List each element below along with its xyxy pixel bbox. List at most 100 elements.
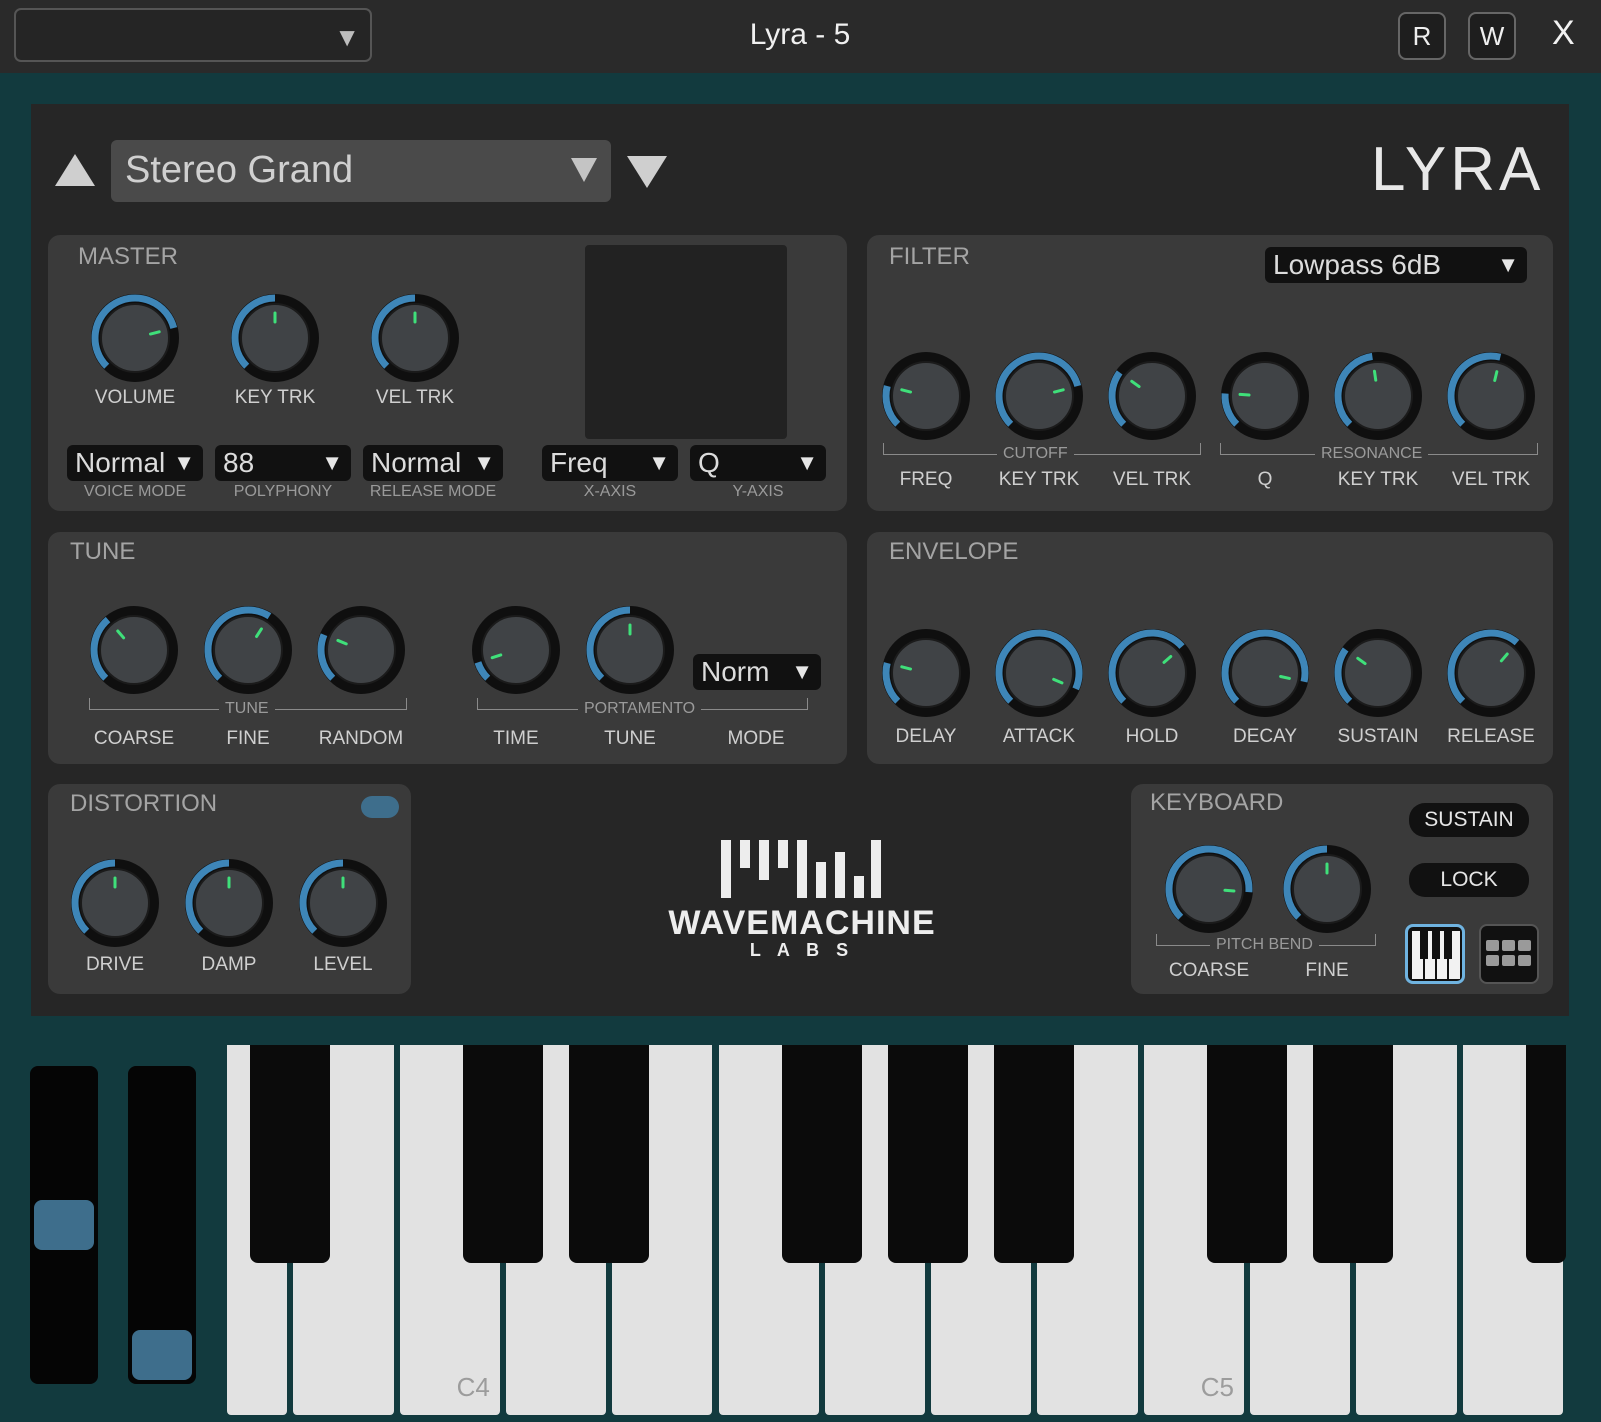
chevron-down-icon: ▼ [173,450,195,475]
brand-sub: L A B S [749,940,855,960]
tune-fine-knob[interactable] [203,605,293,695]
knob-graphic [995,352,1083,440]
pad-grid-icon [1486,940,1531,966]
piano-view-button[interactable] [1405,924,1465,984]
black-key[interactable] [569,1045,650,1263]
master-title: MASTER [78,243,179,270]
distortion-enable-toggle[interactable] [361,796,399,818]
pitch-wheel-thumb[interactable] [34,1200,94,1250]
black-key[interactable] [462,1045,543,1263]
y-axis-select[interactable]: Q ▼ [690,445,826,481]
master-vel-trk-label: VEL TRK [375,387,455,408]
release-mode-caption: RELEASE MODE [369,483,497,500]
distortion-level-knob[interactable] [298,858,388,948]
lock-button[interactable]: LOCK [1409,863,1529,897]
black-key[interactable] [1207,1045,1287,1263]
wavemachine-bars-logo [721,834,881,898]
piano-keyboard: C4 C5 [227,1045,1566,1415]
pitch-bend-fine-knob[interactable] [1282,844,1372,934]
knob-graphic [204,606,292,694]
black-key[interactable] [1525,1045,1566,1263]
resonance-group-label: RESONANCE [1315,445,1429,463]
envelope-decay-knob[interactable] [1220,628,1310,718]
tune-coarse-label: COARSE [93,728,175,749]
previous-preset-button[interactable] [55,154,95,194]
up-arrow-icon [55,154,95,186]
pad-grid-button[interactable] [1479,924,1539,984]
pitch-wheel[interactable] [30,1066,98,1384]
distortion-damp-knob[interactable] [184,858,274,948]
master-vel-trk-knob[interactable] [370,293,460,383]
envelope-hold-knob[interactable] [1107,628,1197,718]
voice-mode-select[interactable]: Normal ▼ [67,445,203,481]
voice-mode-value: Normal [75,447,166,478]
resonance-key-trk-knob[interactable] [1333,351,1423,441]
knob-graphic [1447,352,1535,440]
portamento-mode-select[interactable]: Norm ▼ [693,654,821,690]
w-button[interactable]: W [1468,12,1516,60]
knob-graphic [90,606,178,694]
envelope-delay-knob[interactable] [881,628,971,718]
master-key-trk-knob[interactable] [230,293,320,383]
black-key[interactable] [250,1045,331,1263]
resonance-vel-trk-knob[interactable] [1446,351,1536,441]
cutoff-key-trk-knob[interactable] [994,351,1084,441]
sustain-button[interactable]: SUSTAIN [1409,803,1529,837]
close-button[interactable]: X [1552,14,1575,53]
preset-dropdown[interactable]: Stereo Grand [111,140,611,202]
envelope-sustain-knob[interactable] [1333,628,1423,718]
mod-wheel[interactable] [128,1066,196,1384]
black-key[interactable] [888,1045,969,1263]
r-button[interactable]: R [1398,12,1446,60]
knob-graphic [1108,352,1196,440]
xy-pad[interactable] [585,245,787,439]
window-title: Lyra - 5 [749,18,851,51]
pitch-bend-coarse-knob[interactable] [1164,844,1254,934]
resonance-q-knob[interactable] [1220,351,1310,441]
polyphony-caption: POLYPHONY [233,483,333,500]
portamento-mode-value: Norm [701,656,770,687]
host-preset-dropdown[interactable]: ▼ [14,8,372,62]
envelope-section: ENVELOPE DELAY ATTACK HOLD DECAY SUSTAIN… [867,532,1553,764]
black-key[interactable] [781,1045,862,1263]
resonance-q-label: Q [1257,469,1273,490]
knob-graphic [1165,845,1253,933]
y-axis-value: Q [698,447,720,478]
portamento-time-knob[interactable] [471,605,561,695]
next-preset-button[interactable] [627,154,667,194]
tune-coarse-knob[interactable] [89,605,179,695]
chevron-down-icon: ▼ [321,450,343,475]
release-mode-select[interactable]: Normal ▼ [363,445,503,481]
tune-fine-label: FINE [226,728,270,749]
title-bar: ▼ Lyra - 5 R W X [0,0,1601,73]
chevron-down-icon: ▼ [1497,252,1519,277]
preset-name: Stereo Grand [125,149,354,191]
portamento-tune-knob[interactable] [585,605,675,695]
envelope-release-knob[interactable] [1446,628,1536,718]
polyphony-value: 88 [223,447,255,478]
polyphony-select[interactable]: 88 ▼ [215,445,351,481]
keyboard-title: KEYBOARD [1150,789,1284,816]
cutoff-vel-trk-label: VEL TRK [1112,469,1192,490]
envelope-decay-label: DECAY [1232,726,1298,747]
knob-graphic [1221,352,1309,440]
x-axis-select[interactable]: Freq ▼ [542,445,678,481]
black-key[interactable] [994,1045,1075,1263]
release-mode-value: Normal [371,447,462,478]
volume-knob[interactable] [90,293,180,383]
knob-graphic [472,606,560,694]
cutoff-vel-trk-knob[interactable] [1107,351,1197,441]
filter-type-select[interactable]: Lowpass 6dB ▼ [1265,247,1527,283]
tune-random-knob[interactable] [316,605,406,695]
resonance-key-trk-label: KEY TRK [1337,469,1419,490]
chevron-down-icon: ▼ [473,450,495,475]
filter-section: FILTER Lowpass 6dB ▼ CUTOFF RESONANCE FRE… [867,235,1553,511]
portamento-tune-label: TUNE [604,728,656,749]
envelope-attack-knob[interactable] [994,628,1084,718]
mod-wheel-thumb[interactable] [132,1330,192,1380]
distortion-drive-knob[interactable] [70,858,160,948]
voice-mode-caption: VOICE MODE [83,483,187,500]
tune-random-label: RANDOM [318,728,404,749]
cutoff-freq-knob[interactable] [881,351,971,441]
black-key[interactable] [1313,1045,1394,1263]
